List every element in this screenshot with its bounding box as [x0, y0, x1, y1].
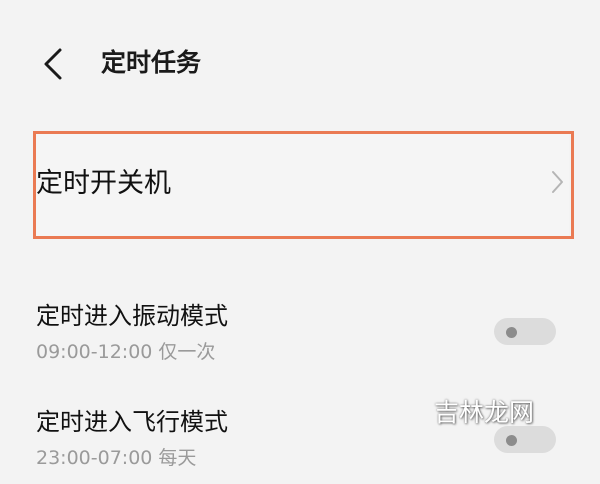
airplane-mode-title: 定时进入飞行模式 [36, 408, 228, 436]
header: 定时任务 [0, 0, 600, 130]
vibrate-mode-title: 定时进入振动模式 [36, 302, 228, 330]
airplane-mode-toggle[interactable] [494, 426, 556, 453]
vibrate-mode-toggle[interactable] [494, 318, 556, 345]
toggle-knob [506, 434, 517, 446]
vibrate-mode-row[interactable]: 定时进入振动模式 09:00-12:00 仅一次 [36, 298, 576, 378]
airplane-mode-row[interactable]: 定时进入飞行模式 23:00-07:00 每天 [36, 404, 576, 484]
scheduled-power-row[interactable]: 定时开关机 [36, 134, 569, 236]
back-button[interactable] [36, 44, 72, 84]
chevron-right-icon [552, 171, 563, 193]
page-title: 定时任务 [101, 48, 202, 77]
scheduled-power-label: 定时开关机 [36, 168, 171, 199]
chevron-left-icon [44, 48, 62, 80]
vibrate-mode-schedule: 09:00-12:00 仅一次 [36, 341, 216, 363]
toggle-knob [506, 326, 517, 338]
airplane-mode-schedule: 23:00-07:00 每天 [36, 447, 197, 469]
